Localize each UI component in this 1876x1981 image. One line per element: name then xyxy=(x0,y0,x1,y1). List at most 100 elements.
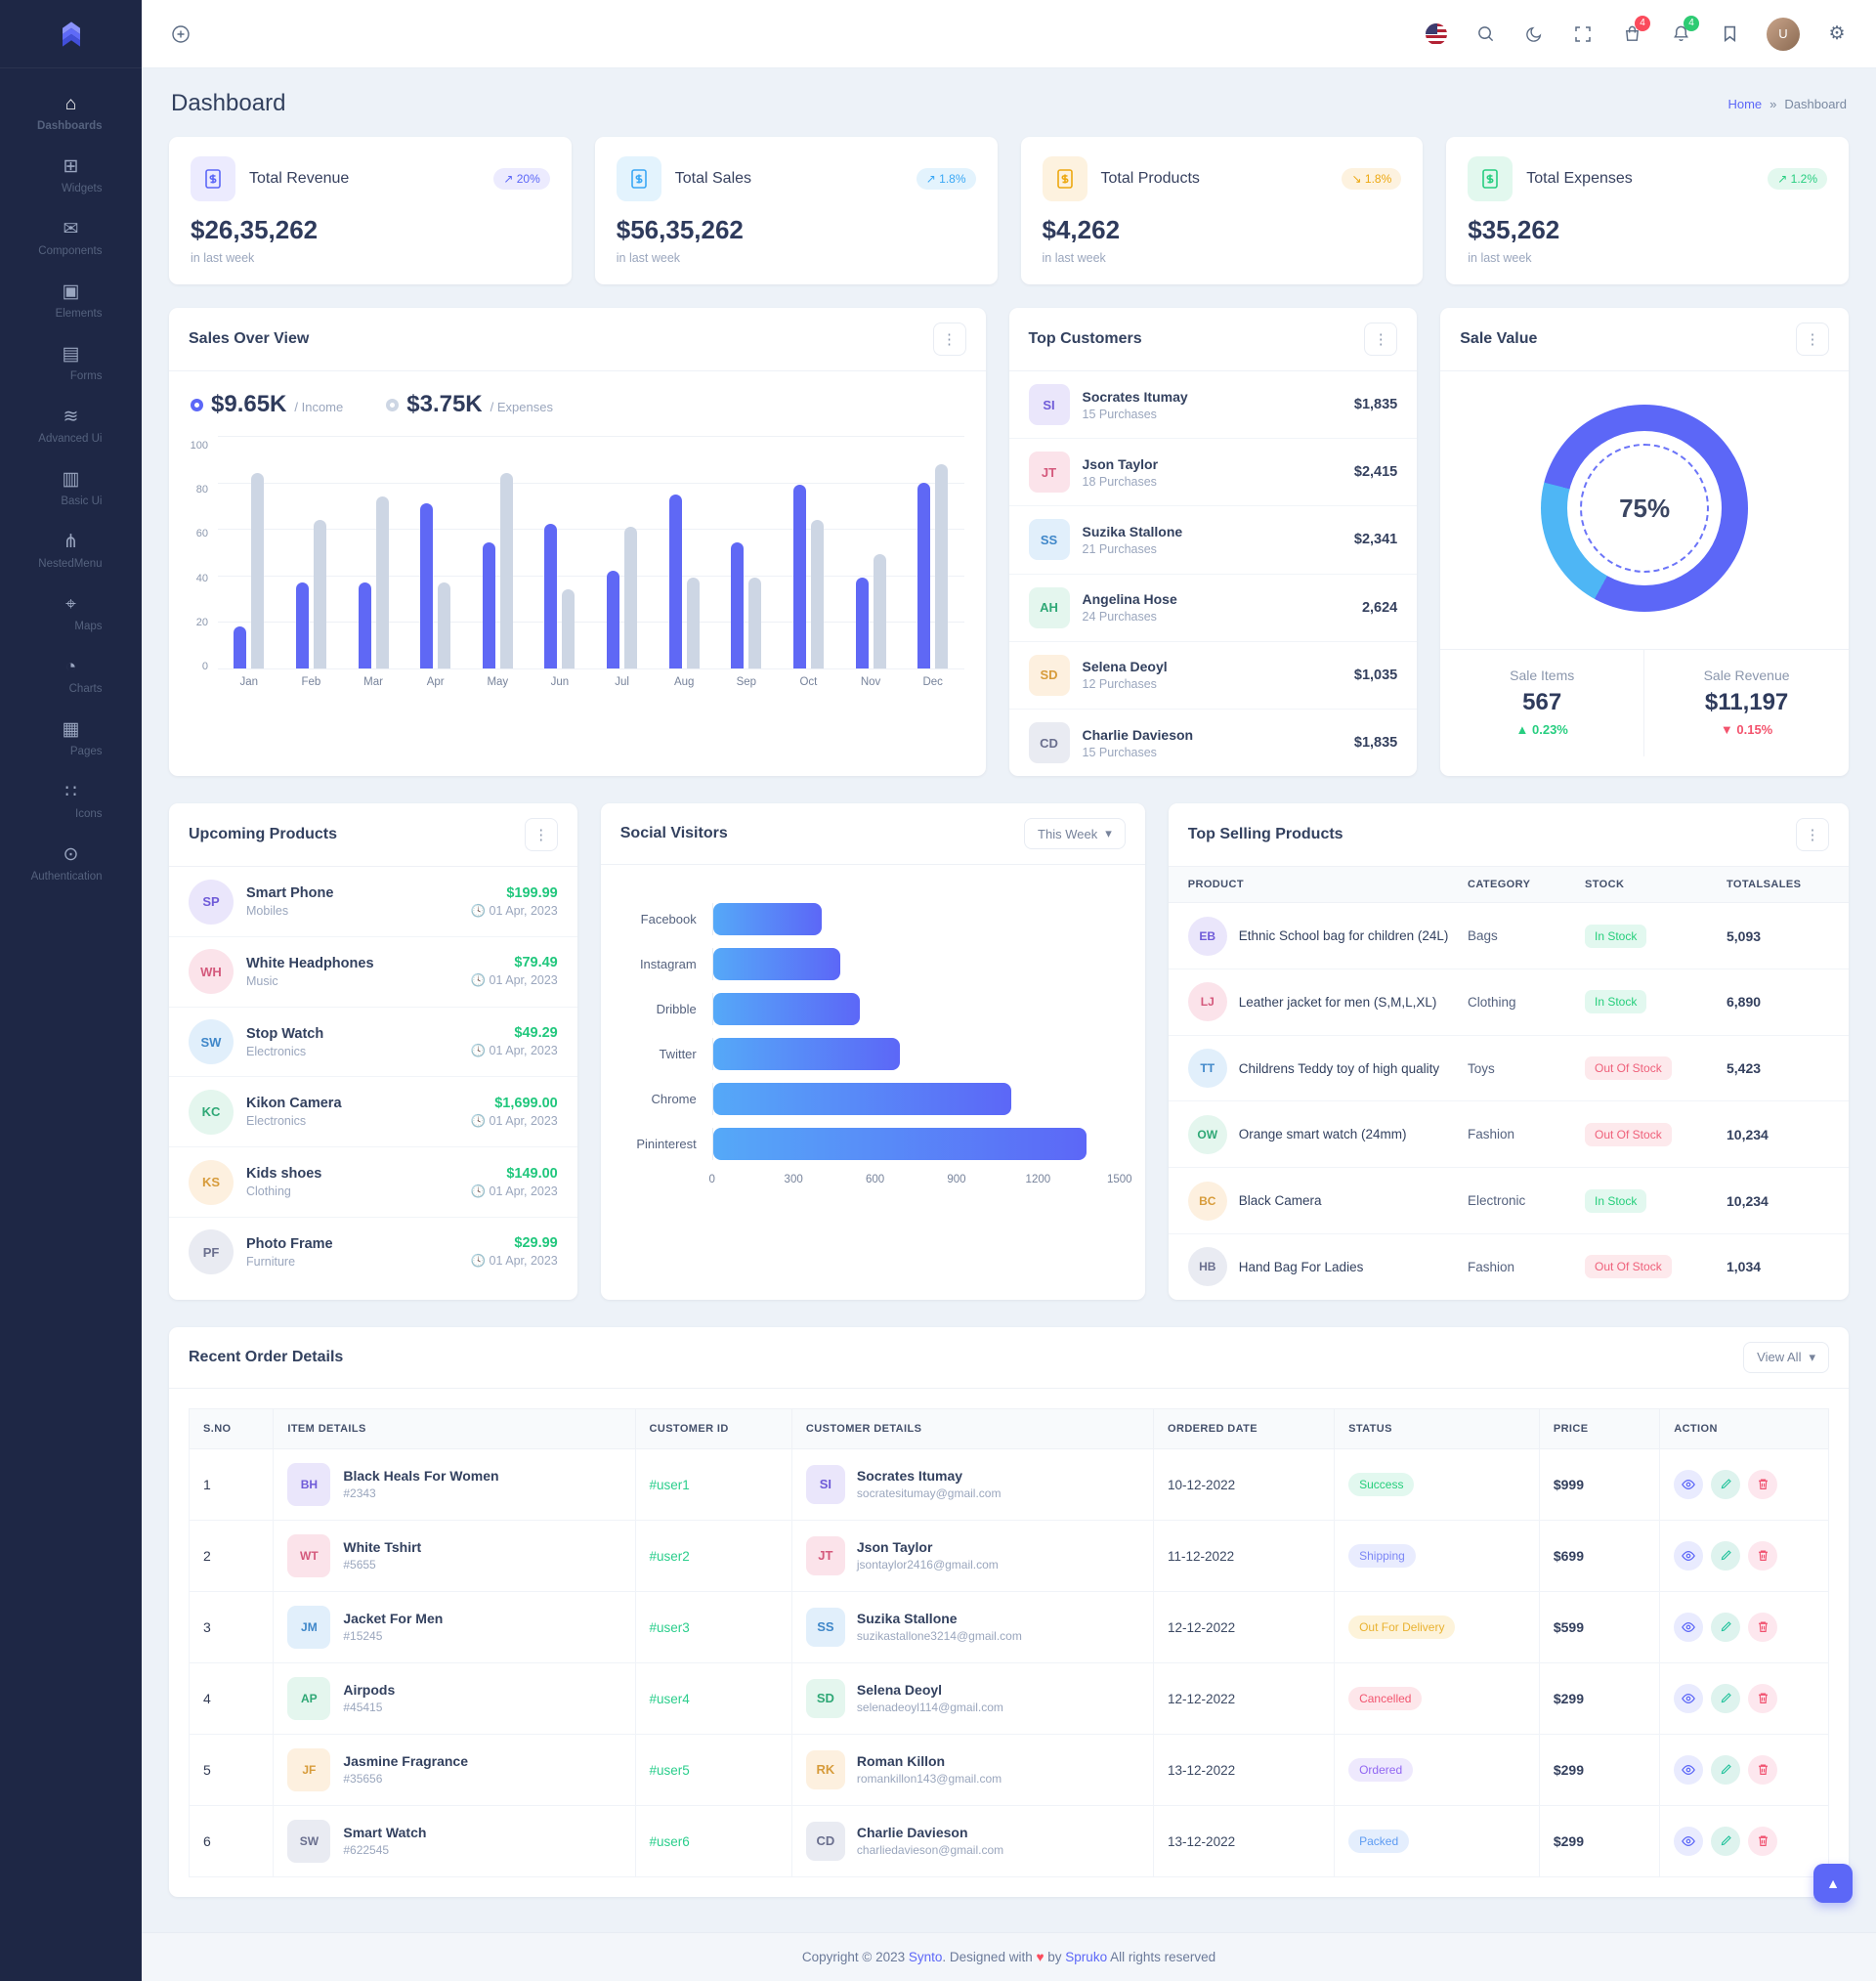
upcoming-product-item[interactable]: SW Stop Watch Electronics $49.29 🕓 01 Ap… xyxy=(169,1008,577,1078)
customer-id-link[interactable]: #user5 xyxy=(650,1763,690,1778)
view-order-button[interactable] xyxy=(1674,1755,1703,1785)
view-order-button[interactable] xyxy=(1674,1684,1703,1713)
sidebar-item[interactable]: ▥ Basic Ui xyxy=(0,457,142,520)
legend-income: $9.65K / Income xyxy=(191,391,343,418)
chevron-down-icon: ▾ xyxy=(1105,826,1112,841)
customer-id-link[interactable]: #user2 xyxy=(650,1549,690,1564)
order-sno: 2 xyxy=(203,1548,211,1564)
upcoming-product-item[interactable]: KS Kids shoes Clothing $149.00 🕓 01 Apr,… xyxy=(169,1147,577,1218)
customer-id-link[interactable]: #user1 xyxy=(650,1478,690,1492)
top-selling-row[interactable]: HB Hand Bag For Ladies Fashion Out Of St… xyxy=(1169,1234,1849,1300)
customer-avatar: JT xyxy=(1029,452,1070,493)
sidebar-item[interactable]: ⌂ Dashboards xyxy=(0,82,142,145)
view-all-button[interactable]: View All ▾ xyxy=(1743,1342,1829,1373)
upcoming-product-item[interactable]: PF Photo Frame Furniture $29.99 🕓 01 Apr… xyxy=(169,1218,577,1287)
sidebar-item[interactable]: ▣ Elements xyxy=(0,270,142,332)
top-selling-row[interactable]: TT Childrens Teddy toy of high quality T… xyxy=(1169,1036,1849,1102)
bookmark-icon[interactable] xyxy=(1718,22,1741,46)
top-selling-row[interactable]: BC Black Camera Electronic In Stock 10,2… xyxy=(1169,1168,1849,1234)
customer-list-item[interactable]: SD Selena Deoyl 12 Purchases $1,035 xyxy=(1009,642,1418,710)
sidebar-item-icon: ▤ xyxy=(63,345,80,364)
upcoming-product-item[interactable]: KC Kikon Camera Electronics $1,699.00 🕓 … xyxy=(169,1077,577,1147)
sidebar-item-label: Icons xyxy=(24,808,118,820)
item-id: #622545 xyxy=(343,1843,426,1857)
customer-id-link[interactable]: #user3 xyxy=(650,1620,690,1635)
upcoming-product-item[interactable]: WH White Headphones Music $79.49 🕓 01 Ap… xyxy=(169,937,577,1008)
sidebar-toggle-icon[interactable] xyxy=(169,22,192,46)
social-range-dropdown[interactable]: This Week ▾ xyxy=(1024,818,1126,849)
edit-order-button[interactable] xyxy=(1711,1684,1740,1713)
customer-email: jsontaylor2416@gmail.com xyxy=(857,1558,999,1572)
view-order-button[interactable] xyxy=(1674,1827,1703,1856)
top-selling-row[interactable]: OW Orange smart watch (24mm) Fashion Out… xyxy=(1169,1101,1849,1168)
sidebar-item[interactable]: ⊙ Authentication xyxy=(0,833,142,895)
customer-name: Selena Deoyl xyxy=(1083,659,1342,674)
edit-order-button[interactable] xyxy=(1711,1470,1740,1499)
product-category: Bags xyxy=(1468,928,1585,943)
settings-gear-icon[interactable]: ⚙ xyxy=(1825,22,1849,46)
sidebar-item[interactable]: ▤ Forms xyxy=(0,332,142,395)
product-category: Electronic xyxy=(1468,1193,1585,1208)
order-table-row: 3 JM Jacket For Men #15245 #user3 SS Suz… xyxy=(190,1591,1829,1662)
sidebar-item[interactable]: ▦ Pages xyxy=(0,708,142,770)
product-image: LJ xyxy=(1188,982,1227,1021)
delete-order-button[interactable] xyxy=(1748,1613,1777,1642)
trend-arrow-icon: ↘ xyxy=(1351,172,1361,186)
customer-list-item[interactable]: SS Suzika Stallone 21 Purchases $2,341 xyxy=(1009,506,1418,574)
sidebar-item[interactable]: ≋ Advanced Ui xyxy=(0,395,142,457)
item-id: #2343 xyxy=(343,1486,498,1500)
view-order-button[interactable] xyxy=(1674,1613,1703,1642)
sales-overview-menu-button[interactable]: ⋮ xyxy=(933,323,966,356)
language-flag-icon[interactable] xyxy=(1425,22,1448,46)
top-selling-row[interactable]: LJ Leather jacket for men (S,M,L,XL) Clo… xyxy=(1169,969,1849,1036)
cart-icon[interactable]: 4 xyxy=(1620,22,1643,46)
view-order-button[interactable] xyxy=(1674,1470,1703,1499)
top-selling-row[interactable]: EB Ethnic School bag for children (24L) … xyxy=(1169,903,1849,969)
view-order-button[interactable] xyxy=(1674,1541,1703,1571)
footer-designer-link[interactable]: Spruko xyxy=(1065,1950,1107,1964)
footer: Copyright © 2023 Synto. Designed with ♥ … xyxy=(142,1932,1876,1981)
search-icon[interactable] xyxy=(1473,22,1497,46)
notifications-bell-icon[interactable]: 4 xyxy=(1669,22,1692,46)
edit-order-button[interactable] xyxy=(1711,1827,1740,1856)
order-table-row: 2 WT White Tshirt #5655 #user2 JT Json T… xyxy=(190,1520,1829,1591)
edit-order-button[interactable] xyxy=(1711,1755,1740,1785)
item-id: #5655 xyxy=(343,1558,421,1572)
sidebar-item[interactable]: ◔ Charts xyxy=(0,645,142,708)
brand-logo[interactable] xyxy=(0,0,142,68)
product-image: TT xyxy=(1188,1049,1227,1088)
customer-id-link[interactable]: #user4 xyxy=(650,1692,690,1706)
delete-order-button[interactable] xyxy=(1748,1755,1777,1785)
customer-list-item[interactable]: CD Charlie Davieson 15 Purchases $1,835 xyxy=(1009,710,1418,776)
top-selling-menu-button[interactable]: ⋮ xyxy=(1796,818,1829,851)
upcoming-product-item[interactable]: SP Smart Phone Mobiles $199.99 🕓 01 Apr,… xyxy=(169,867,577,937)
customer-list-item[interactable]: JT Json Taylor 18 Purchases $2,415 xyxy=(1009,439,1418,506)
edit-order-button[interactable] xyxy=(1711,1541,1740,1571)
fullscreen-icon[interactable] xyxy=(1571,22,1595,46)
edit-order-button[interactable] xyxy=(1711,1613,1740,1642)
sidebar-item[interactable]: ⋔ NestedMenu xyxy=(0,520,142,582)
upcoming-products-menu-button[interactable]: ⋮ xyxy=(525,818,558,851)
footer-brand-link[interactable]: Synto xyxy=(909,1950,943,1964)
delete-order-button[interactable] xyxy=(1748,1470,1777,1499)
sidebar-item[interactable]: ⌖ Maps xyxy=(0,582,142,645)
customer-email: selenadeoyl114@gmail.com xyxy=(857,1701,1003,1714)
customer-list-item[interactable]: SI Socrates Itumay 15 Purchases $1,835 xyxy=(1009,371,1418,439)
customer-id-link[interactable]: #user6 xyxy=(650,1834,690,1849)
stat-title: Total Products xyxy=(1101,170,1329,188)
scroll-to-top-button[interactable]: ▲ xyxy=(1813,1864,1853,1903)
sidebar-item[interactable]: ∷ Icons xyxy=(0,770,142,833)
order-price: $699 xyxy=(1554,1548,1584,1564)
customer-list-item[interactable]: AH Angelina Hose 24 Purchases 2,624 xyxy=(1009,575,1418,642)
top-customers-menu-button[interactable]: ⋮ xyxy=(1364,323,1397,356)
sidebar-item[interactable]: ⊞ Widgets xyxy=(0,145,142,207)
delete-order-button[interactable] xyxy=(1748,1684,1777,1713)
delete-order-button[interactable] xyxy=(1748,1541,1777,1571)
sidebar-item[interactable]: ✉ Components xyxy=(0,207,142,270)
user-avatar[interactable]: U xyxy=(1767,18,1800,51)
sale-value-menu-button[interactable]: ⋮ xyxy=(1796,323,1829,356)
breadcrumb-home-link[interactable]: Home xyxy=(1727,97,1762,111)
delete-order-button[interactable] xyxy=(1748,1827,1777,1856)
dark-mode-moon-icon[interactable] xyxy=(1522,22,1546,46)
stat-trend-badge: ↗ 1.2% xyxy=(1768,168,1827,190)
